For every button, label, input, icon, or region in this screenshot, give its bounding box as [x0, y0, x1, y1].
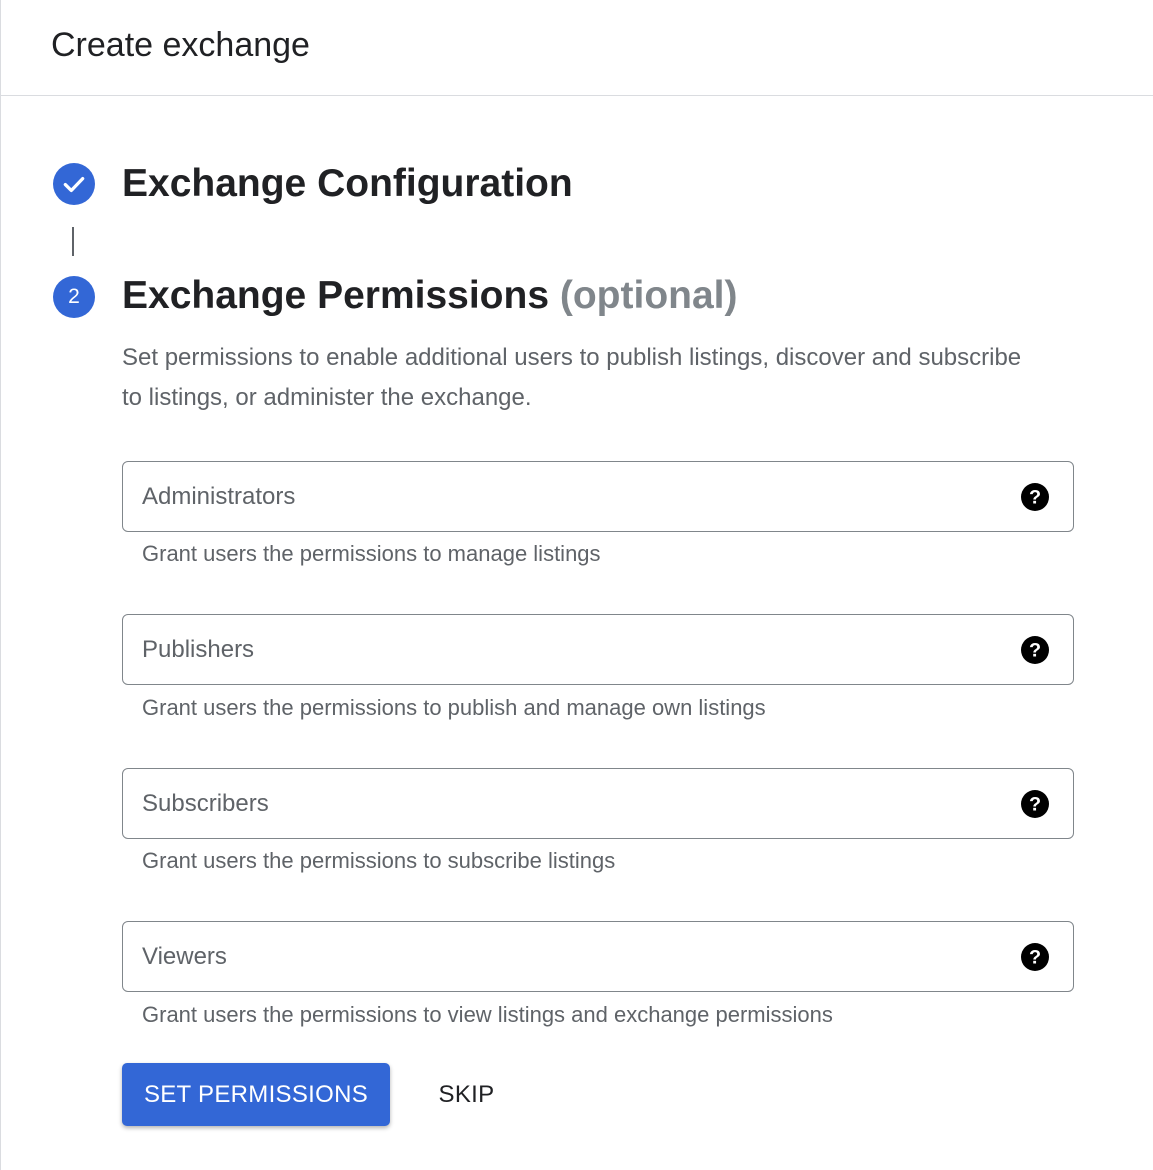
svg-text:?: ? [1029, 793, 1041, 815]
panel-header: Create exchange [1, 0, 1153, 96]
create-exchange-panel: Create exchange Exchange Configuration 2… [0, 0, 1153, 1170]
check-icon [63, 176, 85, 193]
optional-label: (optional) [559, 274, 738, 317]
svg-text:?: ? [1029, 946, 1041, 968]
subscribers-hint: Grant users the permissions to subscribe… [142, 848, 616, 873]
step-title-exchange-configuration[interactable]: Exchange Configuration [122, 162, 573, 206]
publishers-field[interactable]: ? [122, 614, 1074, 685]
step-number-badge: 2 [53, 276, 95, 318]
publishers-hint: Grant users the permissions to publish a… [142, 695, 766, 720]
step-complete-check-icon [53, 163, 95, 205]
administrators-hint: Grant users the permissions to manage li… [142, 541, 601, 566]
step-title-text: Exchange Permissions [122, 274, 550, 317]
page-title: Create exchange [51, 26, 310, 64]
viewers-hint: Grant users the permissions to view list… [142, 1002, 833, 1027]
help-icon[interactable]: ? [1021, 789, 1049, 818]
step-title-exchange-permissions: Exchange Permissions (optional) [122, 274, 738, 318]
help-icon[interactable]: ? [1021, 482, 1049, 511]
step-connector [72, 227, 74, 256]
viewers-input[interactable] [123, 922, 983, 991]
subscribers-field[interactable]: ? [122, 768, 1074, 839]
help-icon[interactable]: ? [1021, 942, 1049, 971]
administrators-field[interactable]: ? [122, 461, 1074, 532]
step-description: Set permissions to enable additional use… [122, 344, 1022, 411]
svg-text:?: ? [1029, 639, 1041, 661]
viewers-field[interactable]: ? [122, 921, 1074, 992]
skip-button[interactable]: SKIP [419, 1063, 514, 1126]
publishers-input[interactable] [123, 615, 983, 684]
help-icon[interactable]: ? [1021, 635, 1049, 664]
svg-text:?: ? [1029, 486, 1041, 508]
subscribers-input[interactable] [123, 769, 983, 838]
set-permissions-button[interactable]: SET PERMISSIONS [122, 1063, 390, 1126]
administrators-input[interactable] [123, 462, 983, 531]
